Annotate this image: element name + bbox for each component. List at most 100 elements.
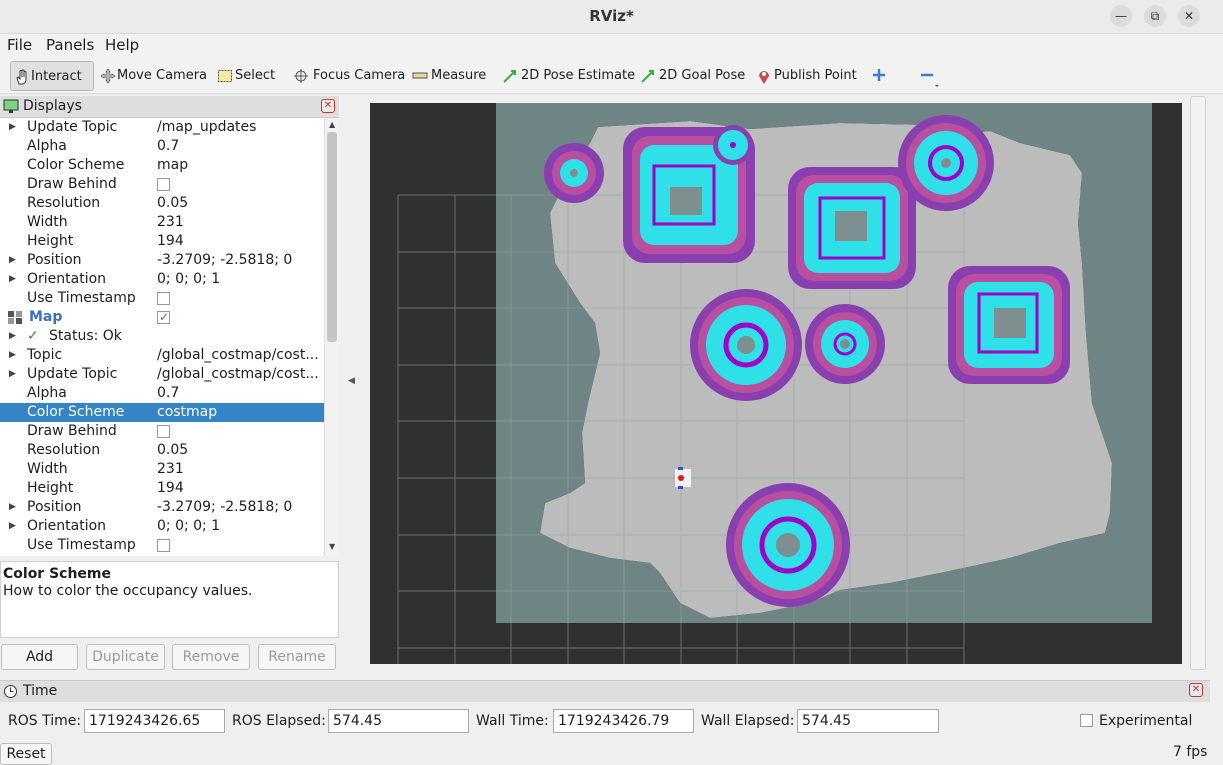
property-row[interactable]: Resolution 0.05 — [0, 441, 324, 460]
property-row[interactable]: Alpha 0.7 — [0, 137, 324, 156]
property-checkbox[interactable]: ✓ — [157, 310, 170, 324]
property-key: Position — [27, 499, 82, 515]
expand-arrow-icon[interactable]: ▶ — [9, 346, 16, 365]
property-row[interactable]: Map ✓ — [0, 308, 324, 327]
expand-arrow-icon[interactable]: ▶ — [9, 270, 16, 289]
displays-scrollbar[interactable]: ▲ ▼ — [324, 118, 339, 556]
ruler-icon — [412, 72, 428, 79]
property-row[interactable]: Color Scheme map — [0, 156, 324, 175]
property-checkbox[interactable] — [157, 292, 170, 305]
property-row[interactable]: ▶ Position -3.2709; -2.5818; 0 — [0, 498, 324, 517]
scroll-thumb[interactable] — [327, 132, 337, 342]
property-key: Status: Ok — [49, 328, 122, 344]
scroll-up-icon[interactable]: ▲ — [329, 120, 335, 129]
property-value[interactable]: 0; 0; 0; 1 — [157, 517, 323, 536]
property-value[interactable]: 0.05 — [157, 194, 323, 213]
property-row[interactable]: ▶ Orientation 0; 0; 0; 1 — [0, 517, 324, 536]
expand-arrow-icon[interactable]: ▶ — [9, 118, 16, 137]
wall-time-field[interactable]: 1719243426.79 — [553, 709, 694, 733]
experimental-checkbox[interactable] — [1080, 714, 1093, 727]
title-bar: RViz* — ⧉ ✕ — [0, 0, 1223, 34]
rename-button[interactable]: Rename — [258, 644, 336, 670]
property-row[interactable]: Height 194 — [0, 479, 324, 498]
property-value[interactable]: 0.05 — [157, 441, 323, 460]
property-checkbox[interactable] — [157, 178, 170, 191]
property-value[interactable]: 0; 0; 0; 1 — [157, 270, 323, 289]
property-key: Update Topic — [27, 119, 118, 135]
right-dock-handle[interactable] — [1190, 96, 1206, 670]
menu-help[interactable]: Help — [105, 36, 139, 54]
minimize-button[interactable]: — — [1110, 5, 1132, 27]
expand-arrow-icon[interactable]: ▶ — [9, 365, 16, 384]
add-display-button[interactable]: Add — [1, 644, 78, 670]
scroll-down-icon[interactable]: ▼ — [329, 542, 335, 551]
displays-tree[interactable]: ▶ Update Topic/map_updates Alpha 0.7 Color S… — [0, 118, 324, 556]
add-tool-button[interactable] — [872, 61, 888, 91]
left-collapse-icon[interactable]: ◀ — [348, 376, 355, 386]
interact-tool[interactable]: Interact — [10, 61, 94, 91]
property-row[interactable]: Use Timestamp — [0, 289, 324, 308]
property-value[interactable]: 231 — [157, 213, 323, 232]
property-row[interactable]: ▶ Update Topic/map_updates — [0, 118, 324, 137]
expand-arrow-icon[interactable]: ▶ — [9, 251, 16, 270]
property-row[interactable]: ▶ Topic/global_costmap/cost... — [0, 346, 324, 365]
map-grid-icon — [8, 311, 22, 324]
select-tool[interactable]: Select — [217, 61, 277, 91]
focus-camera-tool[interactable]: Focus Camera — [293, 61, 405, 91]
property-row[interactable]: Alpha 0.7 — [0, 384, 324, 403]
move-camera-tool[interactable]: Move Camera — [100, 61, 207, 91]
property-value[interactable]: /global_costmap/cost... — [157, 346, 323, 365]
maximize-button[interactable]: ⧉ — [1144, 5, 1166, 27]
expand-arrow-icon[interactable]: ▶ — [9, 498, 16, 517]
remove-button[interactable]: Remove — [172, 644, 250, 670]
property-value[interactable]: -3.2709; -2.5818; 0 — [157, 498, 323, 517]
property-row[interactable]: ▶ Update Topic/global_costmap/cost... — [0, 365, 324, 384]
property-row[interactable]: Use Timestamp — [0, 536, 324, 555]
menu-panels[interactable]: Panels — [46, 36, 94, 54]
2d-goal-pose-tool[interactable]: 2D Goal Pose — [640, 61, 745, 91]
status-bar: Reset 7 fps — [0, 742, 1223, 765]
property-checkbox[interactable] — [157, 539, 170, 552]
property-row[interactable]: Resolution 0.05 — [0, 194, 324, 213]
property-value[interactable]: map — [157, 156, 323, 175]
reset-button[interactable]: Reset — [0, 743, 52, 765]
close-window-button[interactable]: ✕ — [1178, 5, 1200, 27]
property-value[interactable]: 0.7 — [157, 384, 323, 403]
property-row[interactable]: ▶ Position -3.2709; -2.5818; 0 — [0, 251, 324, 270]
property-value[interactable]: 194 — [157, 479, 323, 498]
2d-pose-estimate-tool[interactable]: 2D Pose Estimate — [502, 61, 635, 91]
displays-close-button[interactable]: ✕ — [321, 99, 335, 113]
measure-tool[interactable]: Measure — [412, 61, 486, 91]
property-row[interactable]: Color Scheme costmap — [0, 403, 324, 422]
property-value[interactable]: 231 — [157, 460, 323, 479]
ros-elapsed-field[interactable]: 574.45 — [328, 709, 469, 733]
expand-arrow-icon[interactable]: ▶ — [9, 517, 16, 536]
ros-time-field[interactable]: 1719243426.65 — [84, 709, 225, 733]
property-row[interactable]: Draw Behind — [0, 422, 324, 441]
property-row[interactable]: Width 231 — [0, 460, 324, 479]
property-value[interactable]: /global_costmap/cost... — [157, 365, 323, 384]
duplicate-button[interactable]: Duplicate — [86, 644, 165, 670]
pose-estimate-label: 2D Pose Estimate — [521, 68, 636, 83]
property-row[interactable]: ▶ ✓ Status: Ok — [0, 327, 324, 346]
publish-point-tool[interactable]: Publish Point — [757, 61, 857, 91]
render-viewport[interactable] — [370, 103, 1182, 664]
menu-file[interactable]: File — [7, 36, 32, 54]
property-key: Height — [27, 233, 74, 249]
remove-tool-button[interactable] — [920, 61, 944, 91]
hand-icon — [16, 69, 27, 85]
wall-time-label: Wall Time: — [476, 713, 549, 729]
property-value[interactable]: 0.7 — [157, 137, 323, 156]
time-close-button[interactable]: ✕ — [1189, 683, 1203, 697]
property-row[interactable]: Height 194 — [0, 232, 324, 251]
property-value[interactable]: costmap — [157, 403, 323, 422]
wall-elapsed-field[interactable]: 574.45 — [797, 709, 939, 733]
expand-arrow-icon[interactable]: ▶ — [9, 327, 16, 346]
property-row[interactable]: Width 231 — [0, 213, 324, 232]
property-row[interactable]: ▶ Orientation 0; 0; 0; 1 — [0, 270, 324, 289]
property-value[interactable]: /map_updates — [157, 118, 323, 137]
property-row[interactable]: Draw Behind — [0, 175, 324, 194]
property-value[interactable]: 194 — [157, 232, 323, 251]
property-checkbox[interactable] — [157, 425, 170, 438]
property-value[interactable]: -3.2709; -2.5818; 0 — [157, 251, 323, 270]
